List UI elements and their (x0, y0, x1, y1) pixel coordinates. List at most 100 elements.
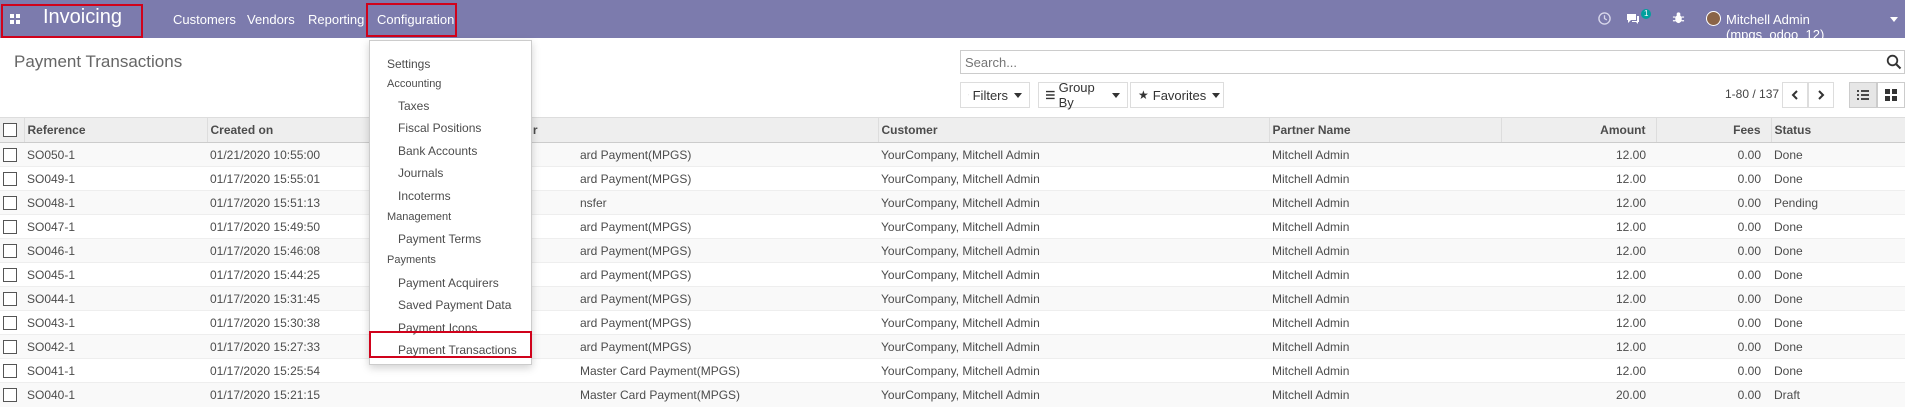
row-checkbox[interactable] (3, 219, 17, 234)
kanban-view-button[interactable] (1877, 82, 1905, 108)
avatar[interactable] (1706, 11, 1721, 26)
bug-icon[interactable] (1672, 11, 1685, 25)
list-view-button[interactable] (1849, 82, 1877, 108)
cell-partner-name: Mitchell Admin (1269, 310, 1501, 335)
highlight-app-title (1, 4, 143, 38)
cell-fees: 0.00 (1656, 310, 1771, 335)
row-checkbox-cell[interactable] (0, 334, 24, 359)
column-header-fees[interactable]: Fees (1656, 117, 1772, 143)
favorites-button[interactable]: ★ Favorites (1130, 82, 1224, 108)
cell-customer: YourCompany, Mitchell Admin (878, 310, 1269, 335)
highlight-configuration-menu (366, 3, 457, 37)
table-row[interactable]: SO047-1 01/17/2020 15:49:50 ard Payment(MP… (0, 214, 1905, 239)
cell-customer: YourCompany, Mitchell Admin (878, 166, 1269, 191)
row-checkbox[interactable] (3, 171, 17, 186)
group-by-button[interactable]: Group By (1038, 80, 1128, 110)
user-caret-icon (1890, 17, 1898, 22)
pager-value[interactable]: 1-80 / 137 (1725, 87, 1779, 101)
table-row[interactable]: SO045-1 01/17/2020 15:44:25 ard Payment(MP… (0, 262, 1905, 287)
menu-item-saved-payment-data[interactable]: Saved Payment Data (398, 298, 511, 312)
menu-item-bank-accounts[interactable]: Bank Accounts (398, 144, 477, 158)
cell-customer: YourCompany, Mitchell Admin (878, 190, 1269, 215)
column-header-customer[interactable]: Customer (878, 117, 1270, 143)
row-checkbox-cell[interactable] (0, 286, 24, 311)
cell-reference: SO048-1 (24, 190, 207, 215)
row-checkbox-cell[interactable] (0, 358, 24, 383)
row-checkbox[interactable] (3, 195, 17, 210)
search-input[interactable] (961, 51, 1881, 73)
row-checkbox-cell[interactable] (0, 190, 24, 215)
cell-acquirer: ard Payment(MPGS) (484, 310, 878, 335)
row-checkbox-cell[interactable] (0, 214, 24, 239)
table-row[interactable]: SO040-1 01/17/2020 15:21:15 Master Card Pa… (0, 382, 1905, 407)
chat-icon[interactable] (1626, 12, 1640, 25)
search-icon[interactable] (1886, 54, 1902, 70)
column-header-reference[interactable]: Reference (24, 117, 208, 143)
row-checkbox-cell[interactable] (0, 382, 24, 407)
cell-customer: YourCompany, Mitchell Admin (878, 382, 1269, 407)
row-checkbox-cell[interactable] (0, 310, 24, 335)
cell-customer: YourCompany, Mitchell Admin (878, 142, 1269, 167)
table-row[interactable]: SO043-1 01/17/2020 15:30:38 ard Payment(MP… (0, 310, 1905, 335)
clock-icon[interactable] (1598, 12, 1611, 25)
column-header-acquirer[interactable]: r (484, 117, 879, 143)
chevron-left-icon (1791, 90, 1798, 100)
user-menu[interactable]: Mitchell Admin (mpgs_odoo_12) (1726, 12, 1905, 42)
column-header-status[interactable]: Status (1771, 117, 1905, 143)
row-checkbox[interactable] (3, 267, 17, 282)
select-all-cell[interactable] (0, 117, 25, 143)
cell-partner-name: Mitchell Admin (1269, 262, 1501, 287)
menu-item-fiscal-positions[interactable]: Fiscal Positions (398, 121, 481, 135)
cell-reference: SO046-1 (24, 238, 207, 263)
cell-reference: SO050-1 (24, 142, 207, 167)
cell-created-on: 01/17/2020 15:21:15 (207, 382, 484, 407)
column-header-partner-name[interactable]: Partner Name (1269, 117, 1502, 143)
row-checkbox-cell[interactable] (0, 262, 24, 287)
cell-customer: YourCompany, Mitchell Admin (878, 334, 1269, 359)
menu-item-taxes[interactable]: Taxes (398, 99, 429, 113)
cell-status: Done (1771, 142, 1905, 167)
pager-next-button[interactable] (1808, 82, 1834, 108)
list-view-icon (1857, 90, 1869, 100)
menu-item-journals[interactable]: Journals (398, 166, 443, 180)
row-checkbox[interactable] (3, 291, 17, 306)
cell-fees: 0.00 (1656, 358, 1771, 383)
column-header-acquirer-label: r (532, 123, 538, 137)
menu-item-payment-terms[interactable]: Payment Terms (398, 232, 481, 246)
cell-status: Done (1771, 334, 1905, 359)
transactions-table: Reference Created on r Customer Partner … (0, 117, 1905, 407)
row-checkbox-cell[interactable] (0, 142, 24, 167)
configuration-dropdown-menu: Settings Accounting Taxes Fiscal Positions B… (369, 40, 532, 365)
caret-down-icon (1212, 92, 1221, 98)
message-count-badge: 1 (1641, 9, 1652, 19)
table-row[interactable]: SO049-1 01/17/2020 15:55:01 ard Payment(MP… (0, 166, 1905, 191)
table-row[interactable]: SO048-1 01/17/2020 15:51:13 nsfer YourCompa… (0, 190, 1905, 215)
row-checkbox[interactable] (3, 147, 17, 162)
column-header-amount[interactable]: Amount (1501, 117, 1657, 143)
table-row[interactable]: SO046-1 01/17/2020 15:46:08 ard Payment(MP… (0, 238, 1905, 263)
search-box (960, 50, 1905, 74)
menu-vendors[interactable]: Vendors (247, 12, 295, 27)
menu-item-payment-acquirers[interactable]: Payment Acquirers (398, 276, 499, 290)
table-row[interactable]: SO042-1 01/17/2020 15:27:33 ard Payment(MP… (0, 334, 1905, 359)
menu-item-settings[interactable]: Settings (387, 57, 430, 71)
pager-previous-button[interactable] (1782, 82, 1808, 108)
cell-partner-name: Mitchell Admin (1269, 238, 1501, 263)
row-checkbox[interactable] (3, 388, 17, 403)
row-checkbox[interactable] (3, 363, 17, 378)
table-row[interactable]: SO041-1 01/17/2020 15:25:54 Master Card Pa… (0, 358, 1905, 383)
row-checkbox-cell[interactable] (0, 238, 24, 263)
table-row[interactable]: SO050-1 01/21/2020 10:55:00 ard Payment(MP… (0, 142, 1905, 167)
menu-section-payments: Payments (387, 254, 436, 266)
menu-reporting[interactable]: Reporting (308, 12, 364, 27)
menu-customers[interactable]: Customers (173, 12, 236, 27)
row-checkbox[interactable] (3, 339, 17, 354)
table-row[interactable]: SO044-1 01/17/2020 15:31:45 ard Payment(MP… (0, 286, 1905, 311)
select-all-checkbox[interactable] (3, 123, 17, 138)
row-checkbox[interactable] (3, 243, 17, 258)
row-checkbox[interactable] (3, 315, 17, 330)
filters-button[interactable]: Filters (960, 82, 1030, 108)
cell-acquirer: ard Payment(MPGS) (484, 334, 878, 359)
row-checkbox-cell[interactable] (0, 166, 24, 191)
menu-item-incoterms[interactable]: Incoterms (398, 189, 451, 203)
